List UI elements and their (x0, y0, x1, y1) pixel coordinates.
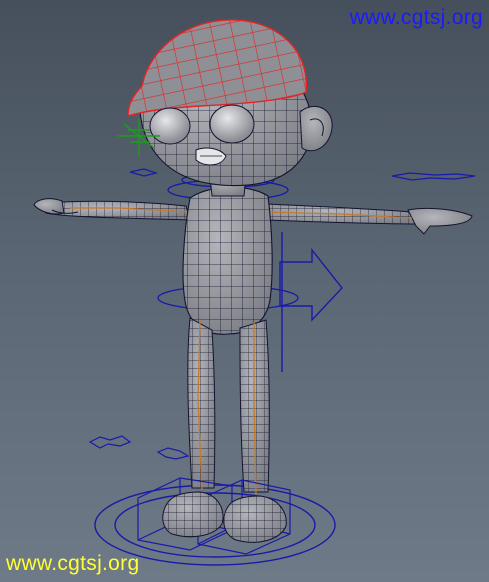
watermark-bottom: www.cgtsj.org (6, 552, 140, 575)
left-arm-mesh[interactable] (33, 198, 191, 221)
left-shoe-mesh[interactable] (162, 491, 224, 538)
arrow-control[interactable] (279, 232, 343, 372)
right-shoe-mesh[interactable] (223, 495, 287, 543)
torso-mesh[interactable] (182, 186, 273, 335)
ear-mesh[interactable] (299, 106, 333, 152)
watermark-top: www.cgtsj.org (349, 6, 483, 29)
right-arm-mesh[interactable] (265, 203, 473, 235)
3d-viewport[interactable]: www.cgtsj.org www.cgtsj.org (0, 0, 489, 582)
character-scene (33, 19, 476, 566)
